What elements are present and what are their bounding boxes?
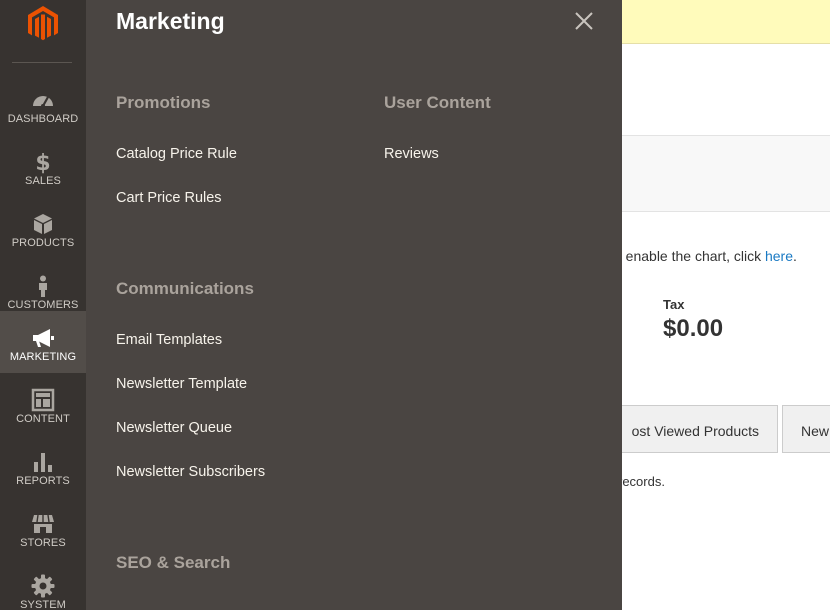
sidebar-item-sales[interactable]: $ SALES [0, 135, 86, 197]
magento-logo-icon[interactable] [24, 3, 62, 43]
sidebar-label-products: PRODUCTS [11, 237, 75, 249]
sidebar-item-content[interactable]: CONTENT [0, 373, 86, 435]
tab-most-viewed-products[interactable]: ost Viewed Products [614, 405, 778, 453]
menu-item-newsletter-template[interactable]: Newsletter Template [116, 376, 247, 392]
sidebar-label-marketing: MARKETING [9, 351, 77, 363]
bar-chart-icon [34, 453, 52, 472]
sidebar-item-stores[interactable]: STORES [0, 497, 86, 559]
sidebar-item-dashboard[interactable]: DASHBOARD [0, 73, 86, 135]
enable-chart-link[interactable]: here [765, 248, 793, 264]
tax-label: Tax [663, 297, 685, 312]
section-title-communications: Communications [116, 279, 254, 298]
speedometer-icon [33, 96, 53, 108]
sidebar-item-reports[interactable]: REPORTS [0, 435, 86, 497]
menu-item-email-templates[interactable]: Email Templates [116, 332, 222, 348]
sidebar-label-sales: SALES [25, 175, 61, 187]
close-button[interactable] [572, 9, 596, 33]
tax-value: $0.00 [663, 315, 724, 342]
sidebar-label-content: CONTENT [16, 413, 70, 425]
chart-message-text: o enable the chart, click [614, 248, 765, 264]
records-message: records. [618, 474, 665, 489]
sidebar-label-customers: CUSTOMERS [7, 299, 79, 311]
layout-icon [31, 388, 55, 412]
sidebar-label-dashboard: DASHBOARD [7, 113, 79, 125]
close-icon [575, 12, 593, 30]
dashboard-action-band [622, 135, 830, 212]
menu-item-catalog-price-rule[interactable]: Catalog Price Rule [116, 146, 237, 162]
menu-item-cart-price-rules[interactable]: Cart Price Rules [116, 190, 222, 206]
system-message-bar [622, 0, 830, 44]
chart-message-period: . [793, 248, 797, 264]
svg-text:$: $ [35, 151, 50, 174]
sidebar-item-marketing[interactable]: MARKETING [0, 311, 86, 373]
person-icon [39, 275, 47, 297]
admin-sidebar: DASHBOARD $ SALES PRODUCTS CUSTOMERS MAR… [0, 0, 86, 610]
menu-item-newsletter-queue[interactable]: Newsletter Queue [116, 420, 232, 436]
gear-icon [31, 574, 55, 598]
menu-item-newsletter-subscribers[interactable]: Newsletter Subscribers [116, 464, 265, 480]
marketing-flyout-menu: Marketing Promotions Catalog Price Rule … [86, 0, 622, 610]
storefront-icon [32, 514, 54, 533]
megaphone-icon [33, 329, 54, 347]
section-title-promotions: Promotions [116, 93, 211, 112]
sidebar-item-products[interactable]: PRODUCTS [0, 197, 86, 259]
sidebar-item-system[interactable]: SYSTEM [0, 559, 86, 610]
sidebar-label-system: SYSTEM [20, 599, 66, 610]
menu-item-reviews[interactable]: Reviews [384, 146, 439, 162]
cube-icon [34, 214, 52, 234]
tab-new-customers[interactable]: New [782, 405, 830, 453]
chart-disabled-message: o enable the chart, click here. [614, 248, 797, 264]
sidebar-label-reports: REPORTS [16, 475, 70, 487]
section-title-seo-search: SEO & Search [116, 553, 231, 572]
logo-divider [12, 62, 72, 63]
sidebar-label-stores: STORES [20, 537, 66, 549]
section-title-user-content: User Content [384, 93, 491, 112]
dashboard-page: o enable the chart, click here. Tax $0.0… [614, 0, 830, 610]
flyout-title: Marketing [116, 8, 225, 34]
dollar-icon: $ [35, 151, 50, 174]
